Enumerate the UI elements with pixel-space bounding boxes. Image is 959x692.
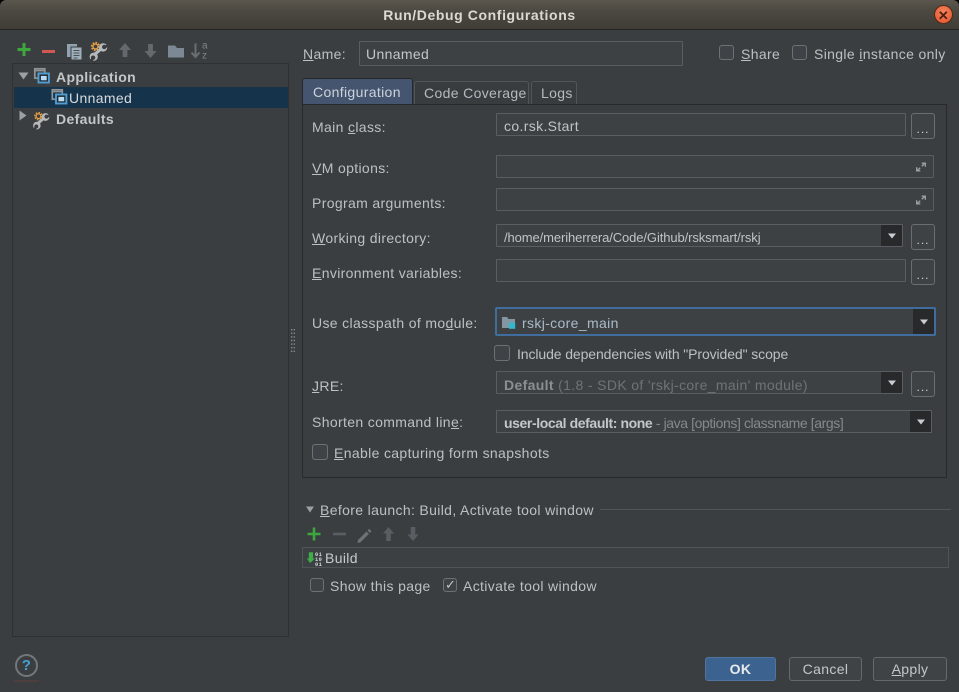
svg-text:z: z: [202, 51, 207, 62]
svg-text:01: 01: [315, 562, 322, 567]
